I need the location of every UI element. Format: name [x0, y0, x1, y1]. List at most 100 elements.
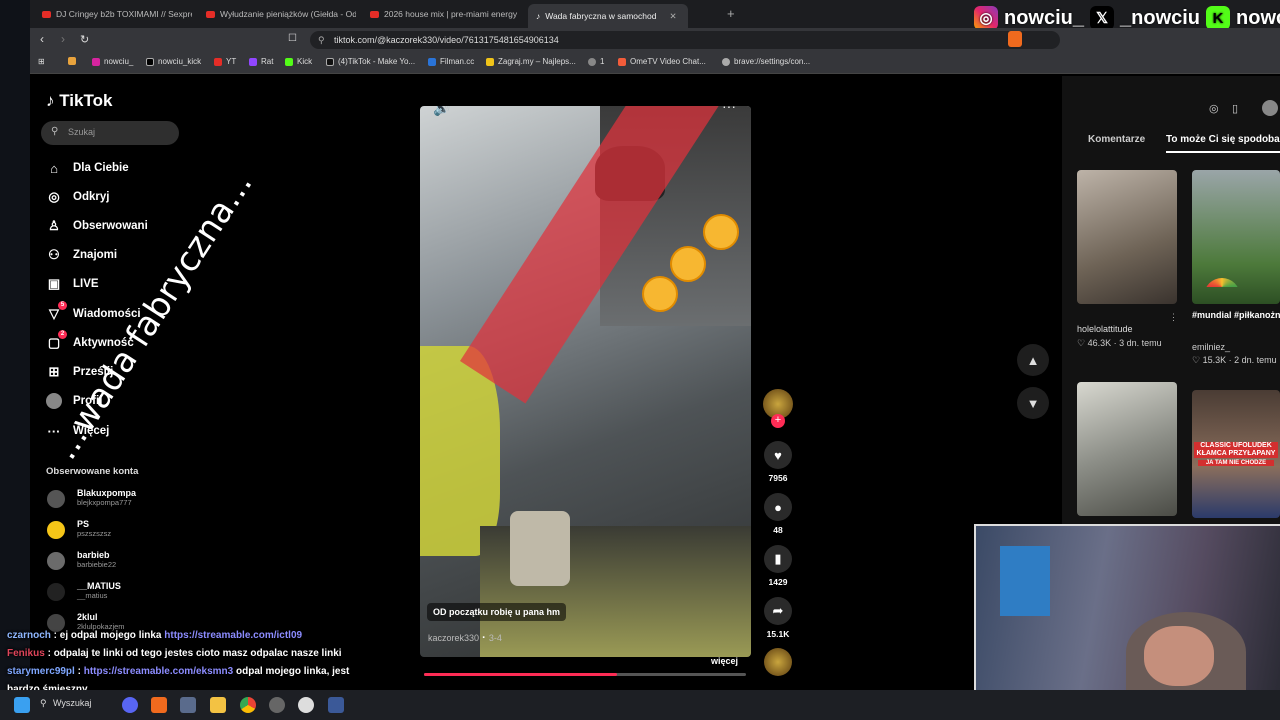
tiktok-logo[interactable]: ♪ TikTok [46, 91, 112, 111]
desktop-strip [0, 0, 30, 690]
obs-icon[interactable] [269, 697, 285, 713]
compass-icon[interactable]: ◎ [1209, 102, 1219, 115]
chat-message: czarnoch : ej odpal mojego linka https:/… [7, 630, 303, 641]
message-badge: 5 [58, 301, 67, 310]
nav-live[interactable]: ▣ LIVE [46, 276, 99, 292]
x-icon [146, 57, 154, 66]
upload-icon: ⊞ [48, 364, 60, 379]
search-icon: ⚲ [51, 126, 59, 137]
bookmark-folder[interactable] [68, 57, 76, 65]
more-link[interactable]: więcej [711, 656, 738, 666]
bookmark-item[interactable]: Zagraj.my – Najleps... [486, 57, 576, 66]
laughing-emoji-icon [670, 246, 706, 282]
brave-icon[interactable] [151, 697, 167, 713]
site-info-icon[interactable]: ⚲ [318, 35, 325, 46]
tab-2[interactable]: Wyłudzanie pieniążków (Giełda - Od [206, 4, 356, 24]
comment-button[interactable]: ● 48 [764, 493, 792, 535]
recommended-thumbnail[interactable]: CLASSIC UFOLUDEK KŁAMCA PRZYŁAPANY JA TA… [1192, 390, 1280, 518]
tab-komentarze[interactable]: Komentarze [1088, 134, 1145, 145]
bookmark-item[interactable]: brave://settings/con... [722, 57, 810, 66]
music-disc[interactable] [764, 648, 792, 676]
gauge-icon [1204, 278, 1240, 296]
x-icon: 𝕏 [1090, 6, 1115, 30]
thumbnail-author[interactable]: emilniez_ [1192, 342, 1230, 352]
share-button[interactable]: ➦ 15.1K [764, 597, 792, 639]
chrome-icon[interactable] [240, 697, 256, 713]
bookmark-item[interactable]: 1 [588, 57, 604, 66]
recommended-thumbnail[interactable] [1077, 382, 1177, 516]
save-button[interactable]: ▮ 1429 [764, 545, 792, 587]
thumbnail-title[interactable]: #mundial #piłkanożna #dc... [1192, 310, 1280, 320]
kick-icon [285, 57, 293, 66]
tab-3[interactable]: 2026 house mix | pre-miami energy [370, 4, 520, 24]
instagram-handle: nowciu_ [1004, 6, 1085, 29]
bookmark-item[interactable]: YT [214, 57, 236, 66]
follow-plus-button[interactable]: + [771, 414, 785, 428]
nav-znajomi[interactable]: ⚇ Znajomi [46, 247, 117, 263]
phone-icon[interactable]: ▯ [1232, 102, 1238, 115]
tab-recommended[interactable]: To może Ci się spodobać [1166, 134, 1280, 153]
message-icon: ▽ 5 [46, 301, 67, 322]
ometv-icon [618, 57, 626, 66]
kick-icon: K [1206, 6, 1231, 30]
thumbnail-author[interactable]: holelolattitude [1077, 324, 1133, 334]
youtube-icon [214, 57, 222, 66]
app-icon[interactable] [298, 697, 314, 713]
video-progress-bar[interactable] [424, 673, 746, 676]
bookmark-item[interactable]: Kick [285, 57, 312, 66]
friends-icon: ⚇ [48, 247, 60, 262]
bookmark-icon[interactable]: ☐ [288, 33, 297, 44]
bookmark-item[interactable]: nowciu_ [92, 57, 133, 66]
youtube-icon [42, 10, 51, 18]
folder-icon[interactable] [210, 697, 226, 713]
nav-obserwowani[interactable]: ♙ Obserwowani [46, 218, 148, 234]
x-handle: _nowciu [1120, 6, 1201, 29]
profile-icon [46, 393, 62, 409]
taskbar-search[interactable]: Wyszukaj [53, 698, 91, 708]
video-player[interactable]: 🔊 ··· [420, 106, 751, 657]
bookmark-item[interactable]: Filman.cc [428, 57, 474, 66]
bookmark-item[interactable]: nowciu_kick [146, 57, 201, 66]
nav-dla-ciebie[interactable]: ⌂ Dla Ciebie [46, 160, 129, 176]
next-video-button[interactable]: ▼ [1017, 387, 1049, 419]
instagram-icon [92, 57, 100, 66]
tiktok-icon: ♪ [536, 11, 541, 21]
taskbar: ⚲ Wyszukaj [0, 690, 1280, 720]
search-input[interactable]: ⚲ Szukaj [41, 121, 179, 145]
like-button[interactable]: ♥ 7956 [764, 441, 792, 483]
volume-icon[interactable]: 🔊 [433, 106, 450, 117]
previous-video-button[interactable]: ▲ [1017, 344, 1049, 376]
tab-active[interactable]: ♪ Wada fabryczna w samochod ✕ [528, 4, 688, 28]
bookmark-item[interactable]: Rat [249, 57, 273, 66]
app-icon[interactable] [180, 697, 196, 713]
discord-icon[interactable] [122, 697, 138, 713]
recommended-thumbnail[interactable] [1077, 170, 1177, 304]
more-options-icon[interactable]: ⋮ [1169, 312, 1178, 323]
webcam-poster-shape [1000, 546, 1050, 616]
avatar[interactable] [1262, 100, 1278, 116]
more-options-icon[interactable]: ··· [722, 106, 736, 114]
video-author[interactable]: kaczorek330 · 3-4 [428, 632, 502, 644]
nav-odkryj[interactable]: ◎ Odkryj [46, 189, 109, 205]
bookmark-item[interactable]: OmeTV Video Chat... [618, 57, 706, 66]
back-icon[interactable]: ‹ [40, 32, 44, 46]
avatar [47, 490, 65, 508]
app-icon[interactable] [328, 697, 344, 713]
bookmark-item[interactable]: (4)TikTok - Make Yo... [326, 57, 415, 66]
url-input[interactable]: ⚲ tiktok.com/@kaczorek330/video/76131754… [310, 31, 1060, 49]
close-tab-icon[interactable]: ✕ [669, 11, 676, 22]
settings-icon [722, 57, 730, 66]
windows-start-icon[interactable] [14, 697, 30, 713]
video-filter-shape [510, 511, 570, 586]
zagraj-icon [486, 57, 494, 66]
apps-icon[interactable]: ⊞ [38, 57, 45, 66]
reload-icon[interactable]: ↻ [80, 33, 89, 46]
forward-icon[interactable]: › [61, 32, 65, 46]
recommended-thumbnail[interactable] [1192, 170, 1280, 304]
address-bar-row: ‹ › ↻ ☐ ⚲ tiktok.com/@kaczorek330/video/… [30, 28, 1280, 52]
search-icon[interactable]: ⚲ [40, 698, 47, 709]
new-tab-button[interactable]: + [727, 6, 735, 21]
brave-shield-icon[interactable] [1008, 31, 1022, 47]
stream-chat: czarnoch : ej odpal mojego linka https:/… [7, 627, 377, 699]
tab-1[interactable]: DJ Cringey b2b TOXIMAMI // Sexpre [42, 4, 192, 24]
